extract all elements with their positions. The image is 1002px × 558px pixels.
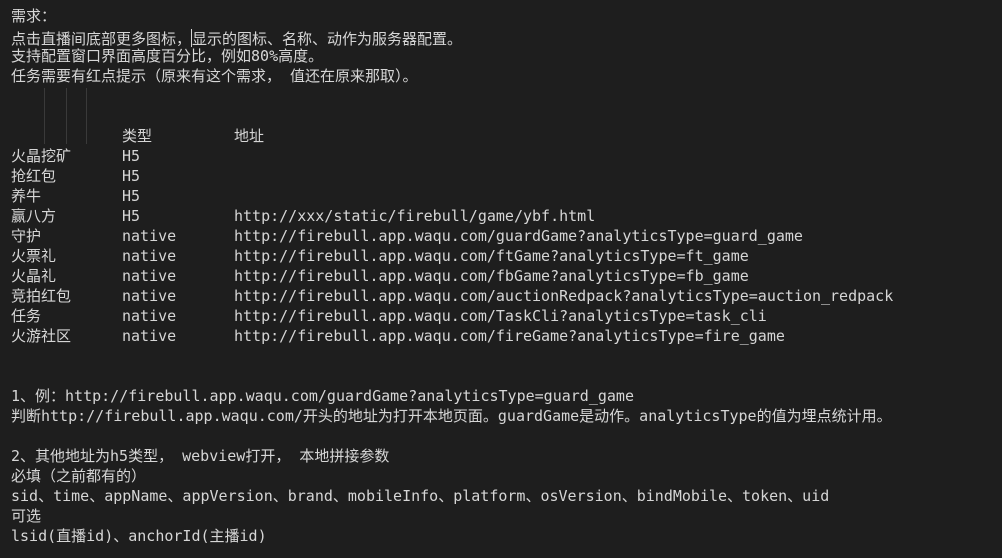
row-type: native bbox=[122, 227, 177, 245]
row-url: http://firebull.app.waqu.com/ftGame?anal… bbox=[234, 247, 749, 265]
row-name: 火晶挖矿 bbox=[11, 147, 72, 165]
required-label: 必填（之前都有的） bbox=[11, 467, 147, 485]
row-type: native bbox=[122, 287, 177, 305]
row-url: http://firebull.app.waqu.com/fireGame?an… bbox=[234, 327, 785, 345]
optional-label: 可选 bbox=[11, 507, 42, 525]
row-type: H5 bbox=[122, 187, 141, 205]
other-address-line: 2、其他地址为h5类型， webview打开， 本地拼接参数 bbox=[11, 447, 390, 465]
row-name: 火游社区 bbox=[11, 327, 72, 345]
row-type: H5 bbox=[122, 167, 141, 185]
row-name: 竞拍红包 bbox=[11, 287, 72, 305]
indent-guide bbox=[86, 88, 87, 144]
table-header-type: 类型 bbox=[122, 127, 153, 145]
row-name: 火票礼 bbox=[11, 247, 57, 265]
row-url: http://xxx/static/firebull/game/ybf.html bbox=[234, 207, 596, 225]
indent-guide bbox=[66, 88, 67, 144]
row-type: native bbox=[122, 307, 177, 325]
example-line: 1、例：http://firebull.app.waqu.com/guardGa… bbox=[11, 387, 634, 405]
row-name: 守护 bbox=[11, 227, 42, 245]
row-name: 赢八方 bbox=[11, 207, 57, 225]
requirements-heading: 需求： bbox=[11, 7, 57, 25]
row-url: http://firebull.app.waqu.com/guardGame?a… bbox=[234, 227, 803, 245]
requirement-line-1: 点击直播间底部更多图标，显示的图标、名称、动作为服务器配置。 bbox=[11, 26, 462, 48]
row-type: H5 bbox=[122, 147, 141, 165]
required-params: sid、time、appName、appVersion、brand、mobile… bbox=[11, 487, 830, 505]
row-type: H5 bbox=[122, 207, 141, 225]
rule-line: 判断http://firebull.app.waqu.com/开头的地址为打开本… bbox=[11, 407, 892, 425]
requirement-line-2: 支持配置窗口界面高度百分比，例如80%高度。 bbox=[11, 47, 324, 65]
text-editor[interactable]: 需求： 点击直播间底部更多图标，显示的图标、名称、动作为服务器配置。 支持配置窗… bbox=[0, 0, 1002, 558]
row-url: http://firebull.app.waqu.com/auctionRedp… bbox=[234, 287, 894, 305]
row-name: 任务 bbox=[11, 307, 42, 325]
row-url: http://firebull.app.waqu.com/fbGame?anal… bbox=[234, 267, 749, 285]
indent-guide bbox=[44, 88, 45, 144]
row-type: native bbox=[122, 327, 177, 345]
row-name: 抢红包 bbox=[11, 167, 57, 185]
text-cursor bbox=[191, 29, 193, 47]
requirement-line-3: 任务需要有红点提示（原来有这个需求， 值还在原来那取）。 bbox=[11, 67, 418, 85]
table-header-address: 地址 bbox=[234, 127, 265, 145]
row-name: 养牛 bbox=[11, 187, 42, 205]
row-type: native bbox=[122, 267, 177, 285]
row-name: 火晶礼 bbox=[11, 267, 57, 285]
row-type: native bbox=[122, 247, 177, 265]
row-url: http://firebull.app.waqu.com/TaskCli?ana… bbox=[234, 307, 767, 325]
optional-params: lsid(直播id)、anchorId(主播id) bbox=[11, 527, 267, 545]
